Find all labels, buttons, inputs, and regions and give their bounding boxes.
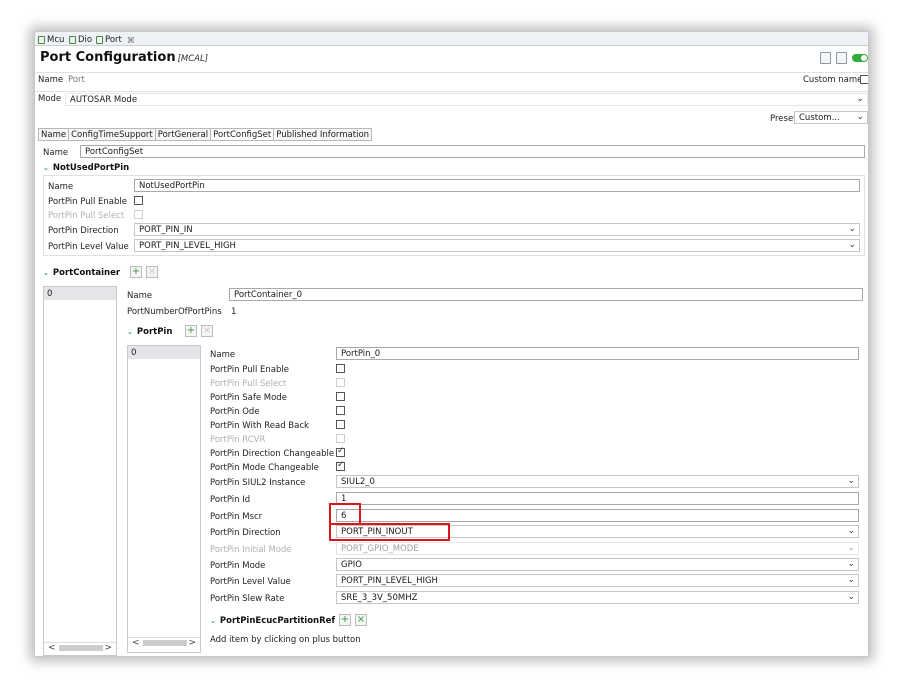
- container-list: [43, 286, 117, 656]
- chevron-down-icon: ⌄: [847, 559, 855, 569]
- safe-mode-checkbox[interactable]: [336, 392, 345, 401]
- scroll-right-icon[interactable]: >: [104, 643, 112, 653]
- mode-row: Mode AUTOSAR Mode ⌄: [35, 91, 868, 106]
- scroll-left-icon[interactable]: <: [132, 638, 140, 648]
- container-list-scrollbar[interactable]: < >: [44, 642, 116, 653]
- tab-name[interactable]: Name: [38, 128, 69, 141]
- not-used-pull-enable-checkbox[interactable]: [134, 196, 143, 205]
- delete-partition-ref-button[interactable]: ×: [355, 614, 367, 626]
- siul2-instance-select[interactable]: SIUL2_0 ⌄: [336, 475, 859, 488]
- file-icon: [96, 36, 103, 44]
- scroll-thumb[interactable]: [59, 645, 103, 651]
- file-icon: [38, 36, 45, 44]
- page-title: Port Configuration [MCAL]: [40, 50, 209, 65]
- tab-dio[interactable]: Dio: [69, 34, 92, 46]
- scroll-left-icon[interactable]: <: [48, 643, 56, 653]
- chevron-down-icon: ⌄: [856, 112, 864, 122]
- add-container-button[interactable]: +: [130, 266, 142, 278]
- chevron-down-icon: ⌄: [847, 476, 855, 486]
- custom-name-checkbox[interactable]: [860, 75, 868, 84]
- close-icon[interactable]: ⌘: [127, 36, 135, 45]
- caret-down-icon: ⌄: [210, 617, 216, 625]
- caret-down-icon: ⌄: [43, 164, 49, 172]
- chevron-down-icon: ⌄: [847, 575, 855, 585]
- add-partition-ref-button[interactable]: +: [339, 614, 351, 626]
- initial-mode-select: PORT_GPIO_MODE ⌄: [336, 542, 859, 555]
- file-icon: [69, 36, 76, 44]
- caret-down-icon: ⌄: [43, 269, 49, 277]
- port-pin-level-select[interactable]: PORT_PIN_LEVEL_HIGH ⌄: [336, 574, 859, 587]
- tab-published-information[interactable]: Published Information: [273, 128, 373, 141]
- port-pin-name-field[interactable]: PortPin_0: [336, 347, 859, 360]
- port-pin-list: [127, 345, 201, 653]
- port-pin-slew-rate-select[interactable]: SRE_3_3V_50MHZ ⌄: [336, 591, 859, 604]
- chevron-down-icon: ⌄: [848, 240, 856, 250]
- port-pin-mscr-field[interactable]: 6: [336, 509, 859, 522]
- tab-port-config-set[interactable]: PortConfigSet: [210, 128, 274, 141]
- editor-tab-bar: Mcu Dio Port ⌘: [35, 32, 868, 46]
- name-row: Name Port Custom name: [35, 72, 868, 87]
- module-name-value: Port: [68, 75, 85, 85]
- toggle-switch[interactable]: [852, 54, 868, 62]
- direction-changeable-checkbox[interactable]: [336, 446, 345, 457]
- rcvr-checkbox: [336, 434, 345, 443]
- delete-container-button[interactable]: ×: [146, 266, 158, 278]
- delete-port-pin-button[interactable]: ×: [201, 325, 213, 337]
- preset-select[interactable]: Custom... ⌄: [794, 111, 868, 124]
- chevron-down-icon: ⌄: [856, 94, 864, 104]
- chevron-down-icon: ⌄: [848, 224, 856, 234]
- not-used-pull-select-checkbox: [134, 210, 143, 219]
- caret-down-icon: ⌄: [127, 328, 133, 336]
- tab-config-time-support[interactable]: ConfigTimeSupport: [68, 128, 155, 141]
- add-item-hint: Add item by clicking on plus button: [210, 635, 361, 645]
- port-container-header[interactable]: ⌄ PortContainer: [43, 268, 120, 278]
- not-used-name-field[interactable]: NotUsedPortPin: [134, 179, 860, 192]
- container-name-field[interactable]: PortContainer_0: [229, 288, 863, 301]
- highlight-direction: [329, 523, 450, 541]
- list-item[interactable]: 0: [44, 287, 116, 300]
- ode-checkbox[interactable]: [336, 406, 345, 415]
- chevron-down-icon: ⌄: [847, 592, 855, 602]
- page-subtitle: [MCAL]: [177, 54, 209, 64]
- tab-port-general[interactable]: PortGeneral: [154, 128, 211, 141]
- list-item[interactable]: 0: [128, 346, 200, 359]
- config-set-name-field[interactable]: PortConfigSet: [80, 145, 865, 158]
- scroll-thumb[interactable]: [143, 640, 187, 646]
- config-tabs: Name ConfigTimeSupport PortGeneral PortC…: [38, 128, 373, 141]
- read-back-checkbox[interactable]: [336, 420, 345, 429]
- highlight-mscr: [329, 503, 361, 525]
- not-used-direction-select[interactable]: PORT_PIN_IN ⌄: [134, 223, 860, 236]
- port-pin-id-field[interactable]: 1: [336, 492, 859, 505]
- not-used-port-pin-header[interactable]: ⌄ NotUsedPortPin: [43, 163, 129, 173]
- editor-window: Mcu Dio Port ⌘ Port Configuration [MCAL] …: [34, 31, 869, 657]
- pull-enable-checkbox[interactable]: [336, 364, 345, 373]
- chevron-down-icon: ⌄: [847, 526, 855, 536]
- tab-mcu[interactable]: Mcu: [38, 34, 64, 46]
- port-pin-header[interactable]: ⌄ PortPin: [127, 327, 172, 337]
- document-icon[interactable]: [820, 52, 831, 64]
- number-of-port-pins-value: 1: [231, 307, 237, 317]
- mode-changeable-checkbox[interactable]: [336, 460, 345, 471]
- add-port-pin-button[interactable]: +: [185, 325, 197, 337]
- scroll-right-icon[interactable]: >: [188, 638, 196, 648]
- tab-port[interactable]: Port ⌘: [96, 34, 135, 46]
- port-pin-mode-select[interactable]: GPIO ⌄: [336, 558, 859, 571]
- tree-icon[interactable]: [836, 52, 847, 64]
- not-used-level-select[interactable]: PORT_PIN_LEVEL_HIGH ⌄: [134, 239, 860, 252]
- ecuc-partition-ref-header[interactable]: ⌄ PortPinEcucPartitionRef: [210, 616, 335, 626]
- port-pin-list-scrollbar[interactable]: < >: [128, 637, 200, 648]
- chevron-down-icon: ⌄: [847, 543, 855, 553]
- pull-select-checkbox: [336, 378, 345, 387]
- mode-select[interactable]: AUTOSAR Mode ⌄: [65, 93, 868, 106]
